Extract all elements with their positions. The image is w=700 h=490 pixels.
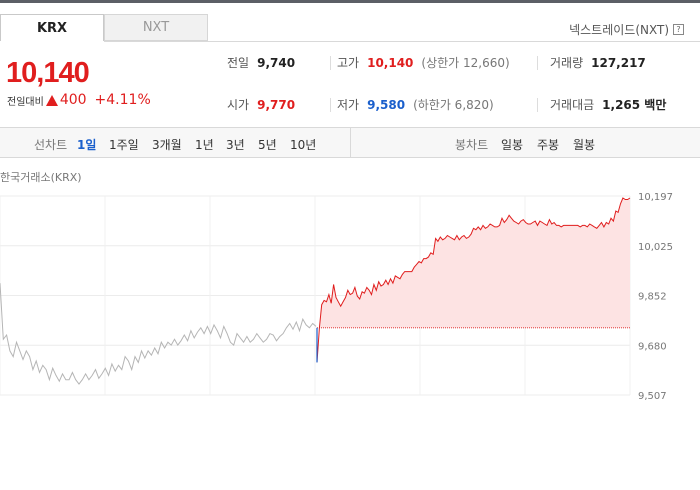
area-fill xyxy=(317,198,630,328)
candle-monthly[interactable]: 월봉 xyxy=(573,136,595,153)
stat-label: 거래량 xyxy=(550,56,584,70)
top-border xyxy=(0,0,700,3)
stat-value: 10,140 xyxy=(367,55,414,70)
change-percent: +4.11% xyxy=(94,92,151,108)
divider xyxy=(330,98,331,112)
divider xyxy=(537,98,538,112)
question-icon[interactable]: ? xyxy=(673,24,684,35)
stat-low: 저가 9,580 (하한가 6,820) xyxy=(337,96,494,113)
stat-amount: 거래대금 1,265 백만 xyxy=(550,96,666,113)
intraday-price-chart[interactable]: 10,197 10,025 9,852 9,680 9,507 xyxy=(0,190,700,405)
stat-label: 전일 xyxy=(227,56,250,70)
stat-open: 시가 9,770 xyxy=(227,96,295,113)
toolbar-divider xyxy=(350,128,351,158)
divider xyxy=(330,56,331,70)
stat-sub: (하한가 6,820) xyxy=(413,98,494,112)
chart-source-label: 한국거래소(KRX) xyxy=(0,171,82,184)
stat-label: 고가 xyxy=(337,56,360,70)
current-price: 10,140 xyxy=(6,57,90,89)
candle-chart-label: 봉차트 xyxy=(455,138,489,152)
nextrade-label: 넥스트레이드(NXT) xyxy=(569,23,669,37)
stat-high: 고가 10,140 (상한가 12,660) xyxy=(337,54,510,71)
stat-prev-close: 전일 9,740 xyxy=(227,54,295,71)
tabs-divider xyxy=(104,41,700,42)
change-label: 전일대비 xyxy=(7,96,44,108)
period-10y[interactable]: 10년 xyxy=(290,136,316,153)
y-tick-label: 10,197 xyxy=(638,192,673,203)
candle-daily[interactable]: 일봉 xyxy=(501,136,523,153)
price-change: 전일대비 400 +4.11% xyxy=(7,92,151,108)
stat-volume: 거래량 127,217 xyxy=(550,54,646,71)
stat-value: 9,770 xyxy=(257,97,296,112)
period-3y[interactable]: 3년 xyxy=(226,136,245,153)
tab-nxt[interactable]: NXT xyxy=(104,14,208,41)
chart-toolbar: 선차트 1일 1주일 3개월 1년 3년 5년 10년 봉차트 일봉 주봉 월봉 xyxy=(0,127,700,158)
tab-krx[interactable]: KRX xyxy=(0,14,104,41)
nextrade-link[interactable]: 넥스트레이드(NXT) ? xyxy=(569,21,684,38)
price-stats: 전일 9,740 고가 10,140 (상한가 12,660) 거래량 127,… xyxy=(220,48,700,122)
stat-value: 9,740 xyxy=(257,55,296,70)
up-arrow-icon xyxy=(45,94,58,106)
period-3m[interactable]: 3개월 xyxy=(152,136,182,153)
candle-weekly[interactable]: 주봉 xyxy=(537,136,559,153)
y-tick-label: 9,507 xyxy=(638,391,667,402)
y-tick-label: 9,680 xyxy=(638,341,667,352)
stat-value: 127,217 xyxy=(591,55,646,70)
stat-label: 거래대금 xyxy=(550,98,595,112)
line-chart-label: 선차트 xyxy=(34,138,68,152)
stat-value: 1,265 백만 xyxy=(602,98,667,112)
period-1w[interactable]: 1주일 xyxy=(109,136,139,153)
y-tick-label: 10,025 xyxy=(638,242,673,253)
stat-sub: (상한가 12,660) xyxy=(421,56,510,70)
period-1y[interactable]: 1년 xyxy=(195,136,214,153)
period-1d[interactable]: 1일 xyxy=(77,136,96,153)
stat-label: 시가 xyxy=(227,98,250,112)
change-value: 400 xyxy=(59,92,87,108)
y-tick-label: 9,852 xyxy=(638,292,667,303)
period-5y[interactable]: 5년 xyxy=(258,136,277,153)
stat-value: 9,580 xyxy=(367,97,406,112)
y-axis: 10,197 10,025 9,852 9,680 9,507 xyxy=(638,192,673,402)
series-line-pre xyxy=(0,283,317,385)
divider xyxy=(537,56,538,70)
stat-label: 저가 xyxy=(337,98,360,112)
